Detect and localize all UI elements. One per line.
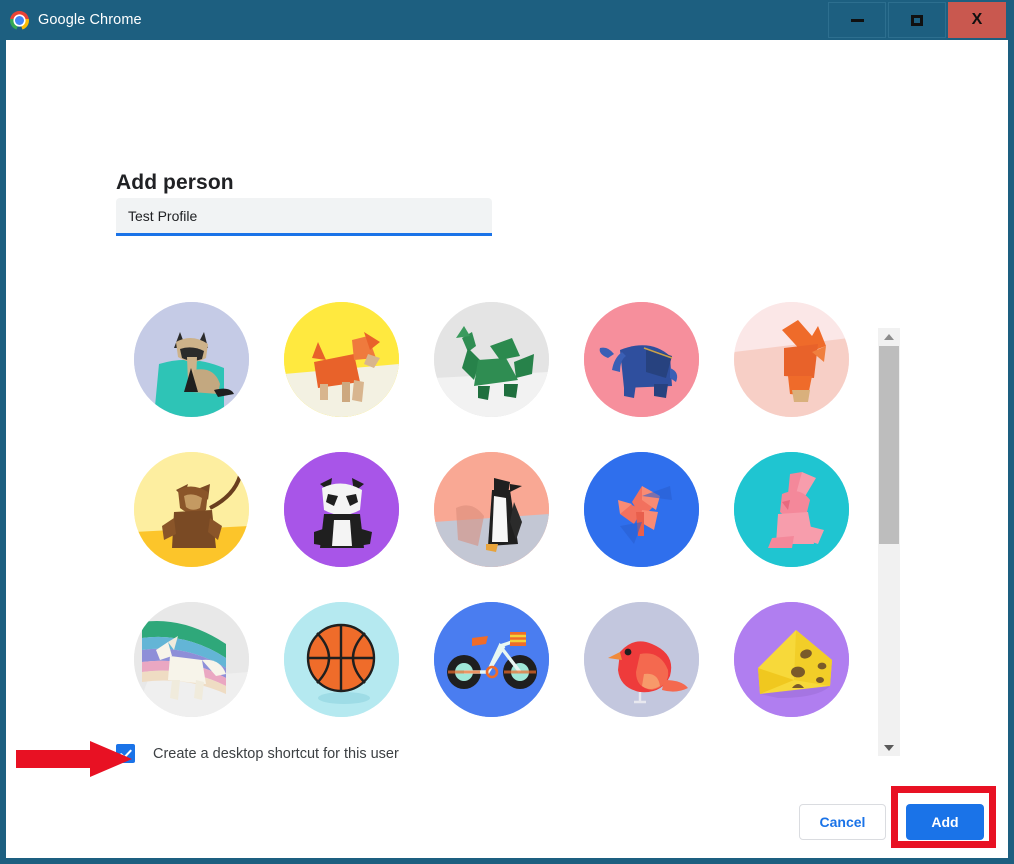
avatar-panda-icon[interactable] (283, 451, 399, 567)
avatar-fox-icon[interactable] (733, 301, 849, 417)
avatar-option-panda[interactable] (266, 434, 416, 584)
avatar-basketball-icon[interactable] (283, 601, 399, 717)
avatar-cheese-icon[interactable] (733, 601, 849, 717)
avatar-option-monkey[interactable] (116, 434, 266, 584)
avatar-option-cat[interactable] (116, 284, 266, 434)
annotation-highlight-box (891, 786, 996, 848)
avatar-unicorn-icon[interactable] (133, 601, 249, 717)
avatar-cat-icon[interactable] (133, 301, 249, 417)
annotation-arrow-icon (16, 741, 132, 777)
scroll-up-button[interactable] (878, 328, 900, 345)
scroll-up-icon (884, 333, 894, 340)
cancel-button[interactable]: Cancel (799, 804, 886, 840)
avatar-option-penguin[interactable] (416, 434, 566, 584)
avatar-option-rabbit[interactable] (716, 434, 866, 584)
avatar-option-unicorn[interactable] (116, 584, 266, 720)
avatar-grid (116, 284, 886, 720)
title-bar-left: Google Chrome (10, 0, 142, 40)
avatar-option-basketball[interactable] (266, 584, 416, 720)
dialog-client-area: Add person Test Profile Create a desktop… (6, 40, 1008, 858)
close-button[interactable]: X (948, 2, 1006, 38)
chrome-window: Google Chrome X Add person Test Profile … (0, 0, 1014, 864)
avatar-option-bicycle[interactable] (416, 584, 566, 720)
avatar-elephant-icon[interactable] (583, 301, 699, 417)
avatar-bird-icon[interactable] (583, 601, 699, 717)
desktop-shortcut-label: Create a desktop shortcut for this user (153, 745, 399, 762)
avatar-rabbit-icon[interactable] (733, 451, 849, 567)
chrome-logo-icon (10, 10, 29, 30)
avatar-bicycle-icon[interactable] (433, 601, 549, 717)
maximize-icon (911, 14, 923, 26)
avatar-scroll-region[interactable] (116, 284, 886, 720)
window-title: Google Chrome (38, 12, 142, 28)
desktop-shortcut-row[interactable]: Create a desktop shortcut for this user (116, 744, 399, 763)
close-icon: X (971, 11, 983, 28)
avatar-scrollbar[interactable] (878, 328, 900, 756)
input-focus-underline (116, 233, 492, 236)
avatar-option-fox[interactable] (716, 284, 866, 434)
avatar-option-dog[interactable] (266, 284, 416, 434)
avatar-dog-icon[interactable] (283, 301, 399, 417)
avatar-option-cheese[interactable] (716, 584, 866, 720)
avatar-butterfly-icon[interactable] (583, 451, 699, 567)
title-bar[interactable]: Google Chrome X (0, 0, 1014, 40)
avatar-monkey-icon[interactable] (133, 451, 249, 567)
avatar-option-butterfly[interactable] (566, 434, 716, 584)
scroll-down-button[interactable] (878, 739, 900, 756)
minimize-button[interactable] (828, 2, 886, 38)
minimize-icon (850, 18, 864, 22)
avatar-option-elephant[interactable] (566, 284, 716, 434)
avatar-option-dragon[interactable] (416, 284, 566, 434)
scroll-down-icon (884, 744, 894, 751)
page-title: Add person (116, 171, 234, 194)
profile-name-field (116, 198, 492, 236)
scrollbar-thumb[interactable] (879, 346, 899, 544)
avatar-option-bird[interactable] (566, 584, 716, 720)
maximize-button[interactable] (888, 2, 946, 38)
avatar-penguin-icon[interactable] (433, 451, 549, 567)
avatar-dragon-icon[interactable] (433, 301, 549, 417)
profile-name-input[interactable] (116, 198, 492, 233)
